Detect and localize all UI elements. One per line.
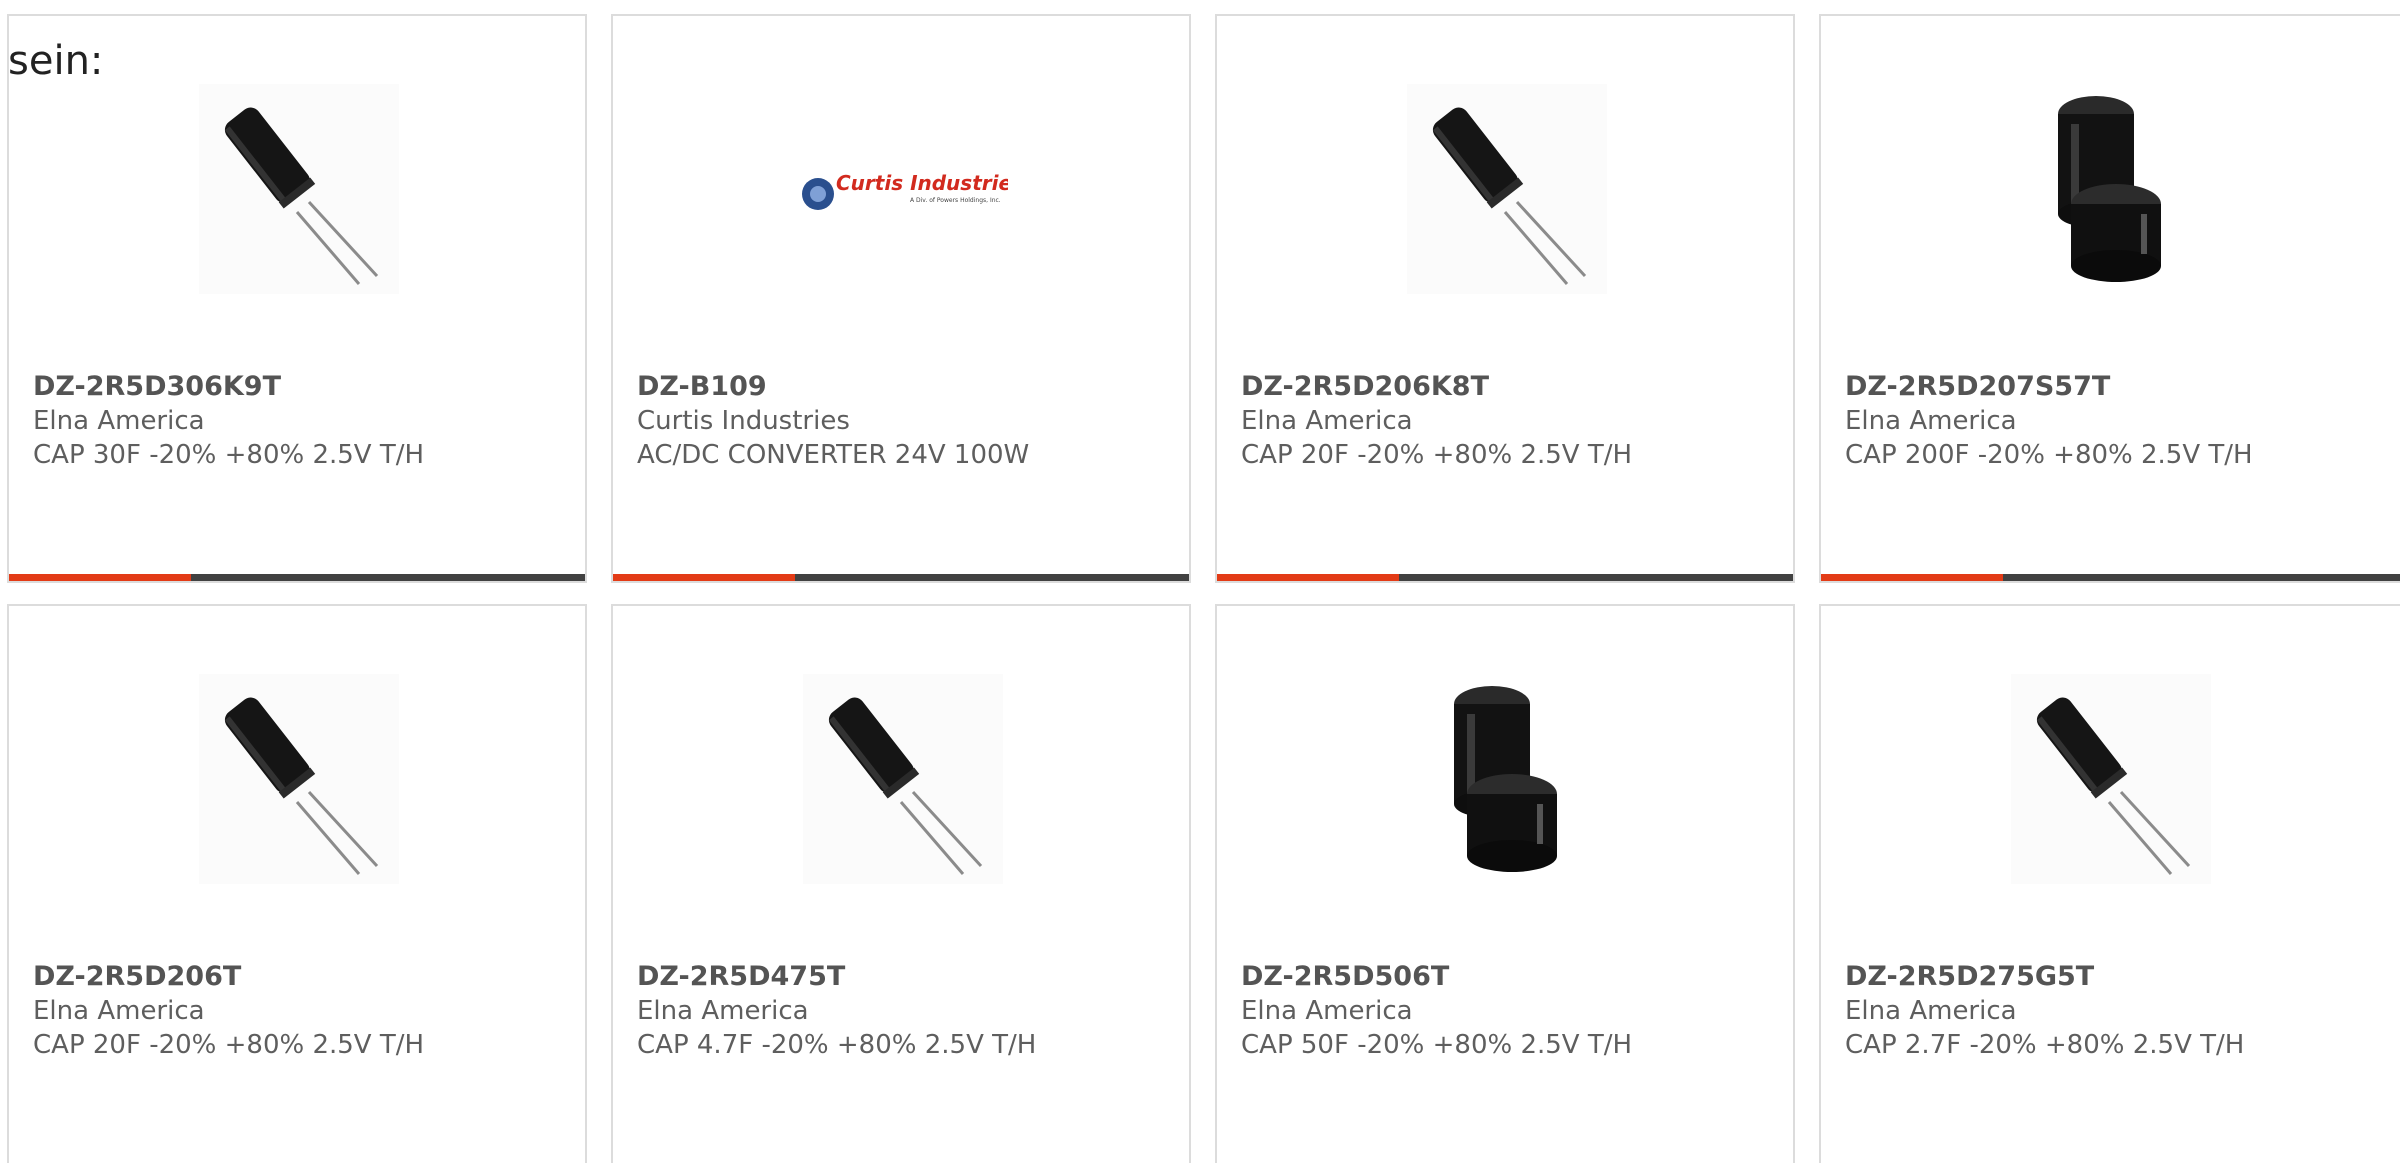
product-card[interactable]: DZ-2R5D206T Elna America CAP 20F -20% +8…	[7, 604, 587, 1163]
product-card[interactable]: DZ-2R5D275G5T Elna America CAP 2.7F -20%…	[1819, 604, 2400, 1163]
card-bottom-bar	[613, 574, 1189, 581]
part-number-link[interactable]: DZ-B109	[637, 370, 1177, 404]
product-grid: DZ-2R5D306K9T Elna America CAP 30F -20% …	[0, 0, 2400, 1163]
large-capacitor-pair-icon	[1407, 674, 1607, 884]
intro-text: sein:	[8, 38, 104, 84]
card-bottom-bar	[1821, 574, 2400, 581]
manufacturer-name: Elna America	[33, 996, 205, 1026]
thin-capacitor-icon	[199, 674, 399, 884]
product-card[interactable]: DZ-2R5D306K9T Elna America CAP 30F -20% …	[7, 14, 587, 583]
product-card[interactable]: DZ-2R5D206K8T Elna America CAP 20F -20% …	[1215, 14, 1795, 583]
thin-capacitor-icon	[199, 84, 399, 294]
curtis-industries-logo: Curtis Industries A Div. of Powers Holdi…	[798, 166, 1024, 216]
large-capacitor-pair-icon	[2011, 84, 2211, 294]
thin-capacitor-icon	[803, 674, 1003, 884]
product-description: CAP 200F -20% +80% 2.5V T/H	[1845, 440, 2253, 470]
manufacturer-name: Elna America	[1241, 996, 1413, 1026]
product-description: CAP 2.7F -20% +80% 2.5V T/H	[1845, 1030, 2245, 1060]
manufacturer-name: Elna America	[637, 996, 809, 1026]
product-card[interactable]: DZ-2R5D207S57T Elna America CAP 200F -20…	[1819, 14, 2400, 583]
card-accent-bar	[1217, 574, 1399, 581]
product-description: CAP 30F -20% +80% 2.5V T/H	[33, 440, 425, 470]
card-bottom-bar	[1217, 574, 1793, 581]
part-number-link[interactable]: DZ-2R5D306K9T	[33, 370, 573, 404]
manufacturer-name: Elna America	[33, 406, 205, 436]
part-number-link[interactable]: DZ-2R5D275G5T	[1845, 960, 2385, 994]
product-description: CAP 4.7F -20% +80% 2.5V T/H	[637, 1030, 1037, 1060]
thin-capacitor-icon	[1407, 84, 1607, 294]
logo-subtitle: A Div. of Powers Holdings, Inc.	[910, 197, 1001, 204]
card-bottom-bar	[9, 574, 585, 581]
manufacturer-name: Elna America	[1845, 406, 2017, 436]
product-card[interactable]: DZ-2R5D475T Elna America CAP 4.7F -20% +…	[611, 604, 1191, 1163]
manufacturer-name: Elna America	[1845, 996, 2017, 1026]
product-description: CAP 20F -20% +80% 2.5V T/H	[1241, 440, 1633, 470]
product-description: CAP 50F -20% +80% 2.5V T/H	[1241, 1030, 1633, 1060]
card-accent-bar	[1821, 574, 2003, 581]
manufacturer-name: Elna America	[1241, 406, 1413, 436]
thin-capacitor-icon	[2011, 674, 2211, 884]
logo-title: Curtis Industries	[836, 171, 1008, 195]
card-accent-bar	[9, 574, 191, 581]
card-accent-bar	[613, 574, 795, 581]
manufacturer-name: Curtis Industries	[637, 406, 850, 436]
product-description: AC/DC CONVERTER 24V 100W	[637, 440, 1030, 470]
part-number-link[interactable]: DZ-2R5D207S57T	[1845, 370, 2385, 404]
part-number-link[interactable]: DZ-2R5D475T	[637, 960, 1177, 994]
product-card[interactable]: DZ-2R5D506T Elna America CAP 50F -20% +8…	[1215, 604, 1795, 1163]
page: sein: DZ-2R5D306K9T Elna America CAP 30F…	[0, 0, 2400, 1163]
part-number-link[interactable]: DZ-2R5D506T	[1241, 960, 1781, 994]
product-card[interactable]: Curtis Industries A Div. of Powers Holdi…	[611, 14, 1191, 583]
part-number-link[interactable]: DZ-2R5D206T	[33, 960, 573, 994]
product-description: CAP 20F -20% +80% 2.5V T/H	[33, 1030, 425, 1060]
part-number-link[interactable]: DZ-2R5D206K8T	[1241, 370, 1781, 404]
